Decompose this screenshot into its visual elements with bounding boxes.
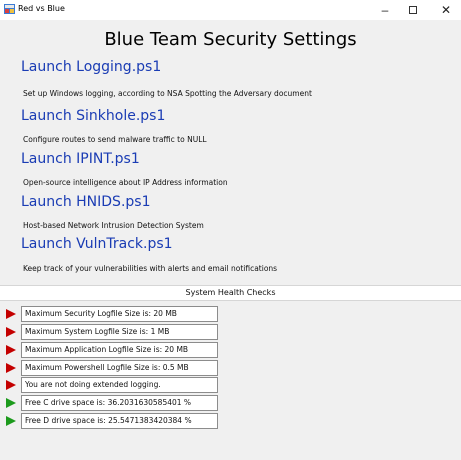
health-checks-header: System Health Checks [0,285,461,301]
window-title: Red vs Blue [18,4,65,13]
health-check-text: Free D drive space is: 25.5471383420384 … [21,413,218,429]
ipint-description: Open-source intelligence about IP Addres… [23,178,228,187]
launch-ipint-link[interactable]: Launch IPINT.ps1 [21,151,140,167]
status-arrow-red-icon [6,345,16,355]
health-check-text: Free C drive space is: 36.2031630585401 … [21,395,218,411]
status-arrow-red-icon [6,363,16,373]
minimize-icon: – [381,3,389,17]
status-arrow-red-icon [6,327,16,337]
launch-vulntrack-link[interactable]: Launch VulnTrack.ps1 [21,236,173,252]
main-content: Blue Team Security Settings Launch Loggi… [0,20,461,460]
health-check-text: Maximum Powershell Logfile Size is: 0.5 … [21,360,218,376]
health-check-text: Maximum Security Logfile Size is: 20 MB [21,306,218,322]
page-title: Blue Team Security Settings [104,29,357,50]
title-bar: Red vs Blue – ✕ [0,0,461,20]
status-arrow-red-icon [6,309,16,319]
status-arrow-red-icon [6,380,16,390]
maximize-button[interactable] [398,0,428,20]
maximize-icon [409,6,417,14]
minimize-button[interactable]: – [370,0,400,20]
launch-logging-link[interactable]: Launch Logging.ps1 [21,59,161,75]
launch-hnids-link[interactable]: Launch HNIDS.ps1 [21,194,150,210]
app-icon [4,4,15,14]
vulntrack-description: Keep track of your vulnerabilities with … [23,264,278,273]
hnids-description: Host-based Network Intrusion Detection S… [23,221,204,230]
sinkhole-description: Configure routes to send malware traffic… [23,135,207,144]
logging-description: Set up Windows logging, according to NSA… [23,89,312,98]
health-check-text: Maximum Application Logfile Size is: 20 … [21,342,218,358]
status-arrow-green-icon [6,416,16,426]
status-arrow-green-icon [6,398,16,408]
launch-sinkhole-link[interactable]: Launch Sinkhole.ps1 [21,108,165,124]
close-button[interactable]: ✕ [431,0,461,20]
health-check-text: Maximum System Logfile Size is: 1 MB [21,324,218,340]
health-check-text: You are not doing extended logging. [21,377,218,393]
close-icon: ✕ [440,3,452,17]
